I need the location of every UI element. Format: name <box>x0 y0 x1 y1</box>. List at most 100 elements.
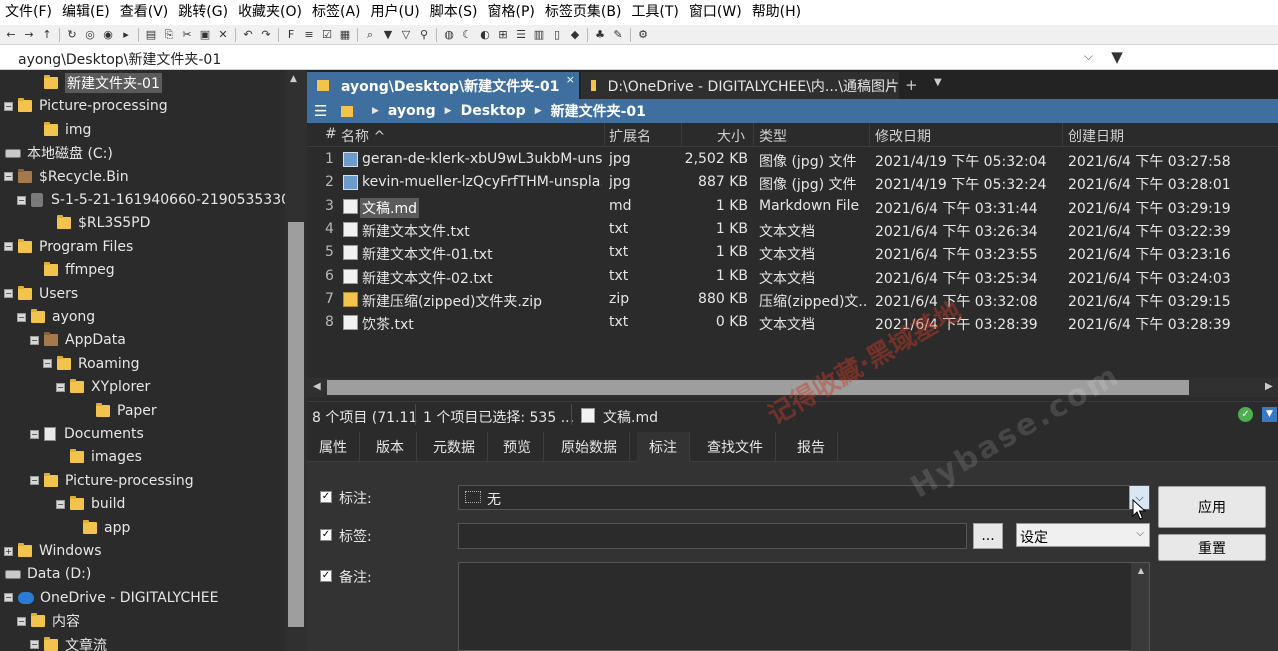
menu-item[interactable]: 编辑(E) <box>57 0 115 25</box>
tree-item[interactable]: −Data (D:) <box>0 563 91 585</box>
tree-item[interactable]: − Users <box>4 283 78 305</box>
chevron-down-icon[interactable]: ⌵ <box>1129 486 1149 509</box>
menu-item[interactable]: 工具(T) <box>626 0 683 25</box>
tags-select[interactable]: 设定 ⌵ <box>1016 523 1150 547</box>
collapse-icon[interactable]: − <box>17 195 26 205</box>
table-row[interactable]: 7 新建压缩(zipped)文件夹.zip zip 880 KB 压缩(zipped)文… <box>307 288 1278 311</box>
tree-item[interactable]: − XYplorer <box>56 376 150 398</box>
redo-icon[interactable]: ↷ <box>259 28 273 42</box>
forward-icon[interactable]: → <box>22 28 36 42</box>
menu-item[interactable]: 用户(U) <box>366 0 425 25</box>
info-tab[interactable]: 报告 <box>785 432 838 462</box>
reset-button[interactable]: 重置 <box>1158 534 1266 561</box>
column-header-name[interactable]: 名称 ^ <box>341 126 385 146</box>
collapse-icon[interactable]: − <box>56 382 65 392</box>
chevron-right-icon[interactable]: ▶ <box>372 106 379 116</box>
tree-item[interactable]: 新建文件夹-01 <box>44 72 162 94</box>
column-divider[interactable] <box>869 123 870 147</box>
column-header-modified[interactable]: 修改日期 <box>875 126 931 146</box>
table-row[interactable]: 8 饮茶.txt txt 0 KB 文本文档 2021/6/4 下午 03:28:39 20… <box>307 311 1278 334</box>
collapse-icon[interactable]: − <box>4 242 13 252</box>
collapse-icon[interactable]: − <box>17 312 26 322</box>
close-icon[interactable]: × <box>566 73 575 86</box>
tab-onedrive[interactable]: D:\OneDrive - DIGITALYCHEE\内...\通稿图片 <box>581 72 899 99</box>
breadcrumb-item[interactable]: 新建文件夹-01 <box>551 101 646 121</box>
tree-item[interactable]: −本地磁盘 (C:) <box>0 142 113 164</box>
collapse-icon[interactable]: − <box>30 335 39 345</box>
tree-item[interactable]: + Windows <box>4 540 102 562</box>
preview-icon[interactable]: ◐ <box>478 28 492 42</box>
tab-current[interactable]: ayong\Desktop\新建文件夹-01 × <box>307 72 579 99</box>
details-view-icon[interactable]: ☰ <box>514 28 528 42</box>
search-icon[interactable]: ◎ <box>83 28 97 42</box>
breadcrumb-item[interactable]: ayong <box>388 103 436 119</box>
color-icon[interactable]: ♣ <box>593 28 607 42</box>
tags-checkbox[interactable]: ✓ <box>320 529 332 541</box>
info-tab[interactable]: 标注 <box>637 432 690 462</box>
table-row[interactable]: 5 新建文本文件-01.txt txt 1 KB 文本文档 2021/6/4 下午 03:… <box>307 241 1278 264</box>
column-header-ext[interactable]: 扩展名 <box>609 126 651 146</box>
tree-scroll-thumb[interactable] <box>288 222 304 627</box>
scroll-up-icon[interactable]: ▲ <box>290 74 297 84</box>
menu-item[interactable]: 标签(A) <box>307 0 366 25</box>
tree-item[interactable]: − OneDrive - DIGITALYCHEE <box>4 587 218 609</box>
visual-filter-icon[interactable]: ▽ <box>399 28 413 42</box>
column-divider[interactable] <box>1062 123 1063 147</box>
print-icon[interactable]: ▦ <box>338 28 352 42</box>
tree-scrollbar[interactable]: ▲ <box>285 70 307 651</box>
tree-item[interactable]: − 内容 <box>17 610 80 632</box>
add-tab-button[interactable]: + <box>905 76 918 94</box>
column-divider[interactable] <box>604 123 605 147</box>
gear-icon[interactable]: ⚙ <box>636 28 650 42</box>
column-divider[interactable] <box>753 123 754 147</box>
comment-checkbox[interactable]: ✓ <box>320 570 332 582</box>
magnifier-icon[interactable]: ⌕ <box>363 28 377 42</box>
filter-icon[interactable]: F <box>284 28 298 42</box>
table-row[interactable]: 3 文稿.md md 1 KB Markdown File 2021/6/4 下午 03:… <box>307 195 1278 218</box>
tree-item[interactable]: images <box>70 446 142 468</box>
collapse-icon[interactable]: − <box>17 616 26 626</box>
tree-item[interactable]: − Roaming <box>43 353 140 375</box>
column-divider[interactable] <box>681 123 682 147</box>
tree-item[interactable]: − Documents <box>30 423 144 445</box>
column-header-created[interactable]: 创建日期 <box>1068 126 1124 146</box>
dark-mode-icon[interactable]: ☾ <box>460 28 474 42</box>
pin-icon[interactable]: ⚲ <box>417 28 431 42</box>
info-tab[interactable]: 元数据 <box>421 432 488 462</box>
expand-icon[interactable]: + <box>4 546 13 556</box>
tree-item[interactable]: − 文章流 <box>30 634 107 651</box>
label-dropdown[interactable]: 无 ⌵ <box>458 485 1150 510</box>
horizontal-scrollbar[interactable]: ◀ ▶ <box>307 378 1278 397</box>
collapse-icon[interactable]: − <box>4 172 13 182</box>
undo-icon[interactable]: ↶ <box>241 28 255 42</box>
address-bar[interactable]: ayong\Desktop\新建文件夹-01 ⌵ ▼ <box>0 45 1278 70</box>
tree-item[interactable]: $RL3S5PD <box>57 212 150 234</box>
comment-scrollbar[interactable] <box>1131 563 1149 651</box>
collapse-icon[interactable]: − <box>4 593 13 603</box>
menu-item[interactable]: 收藏夹(O) <box>233 0 307 25</box>
scroll-right-icon[interactable]: ▶ <box>1265 381 1273 392</box>
grid-view-icon[interactable]: ⊞ <box>496 28 510 42</box>
apply-button[interactable]: 应用 <box>1158 486 1266 528</box>
menu-item[interactable]: 文件(F) <box>0 0 57 25</box>
list-icon[interactable]: ≡ <box>302 28 316 42</box>
find-icon[interactable]: ◉ <box>101 28 115 42</box>
menu-item[interactable]: 窗格(P) <box>483 0 540 25</box>
tree-item[interactable]: img <box>44 119 91 141</box>
funnel-icon[interactable]: ▼ <box>381 28 395 42</box>
tree-item[interactable]: − Picture-processing <box>4 95 168 117</box>
tree-item[interactable]: − Picture-processing <box>30 470 194 492</box>
go-icon[interactable]: ▸ <box>119 28 133 42</box>
table-row[interactable]: 4 新建文本文件.txt txt 1 KB 文本文档 2021/6/4 下午 03:26:… <box>307 218 1278 241</box>
collapse-icon[interactable]: − <box>30 429 39 439</box>
info-tab[interactable]: 原始数据 <box>549 432 630 462</box>
up-icon[interactable]: ↑ <box>40 28 54 42</box>
chevron-right-icon[interactable]: ▶ <box>445 106 452 116</box>
info-tab[interactable]: 查找文件 <box>695 432 776 462</box>
chevron-right-icon[interactable]: ▶ <box>535 106 542 116</box>
menu-item[interactable]: 脚本(S) <box>425 0 483 25</box>
scroll-left-icon[interactable]: ◀ <box>313 381 321 392</box>
menu-item[interactable]: 帮助(H) <box>747 0 806 25</box>
table-row[interactable]: 2 kevin-mueller-lzQcyFrfTHM-unspla... jpg 8… <box>307 171 1278 194</box>
tags-input[interactable] <box>458 523 967 549</box>
